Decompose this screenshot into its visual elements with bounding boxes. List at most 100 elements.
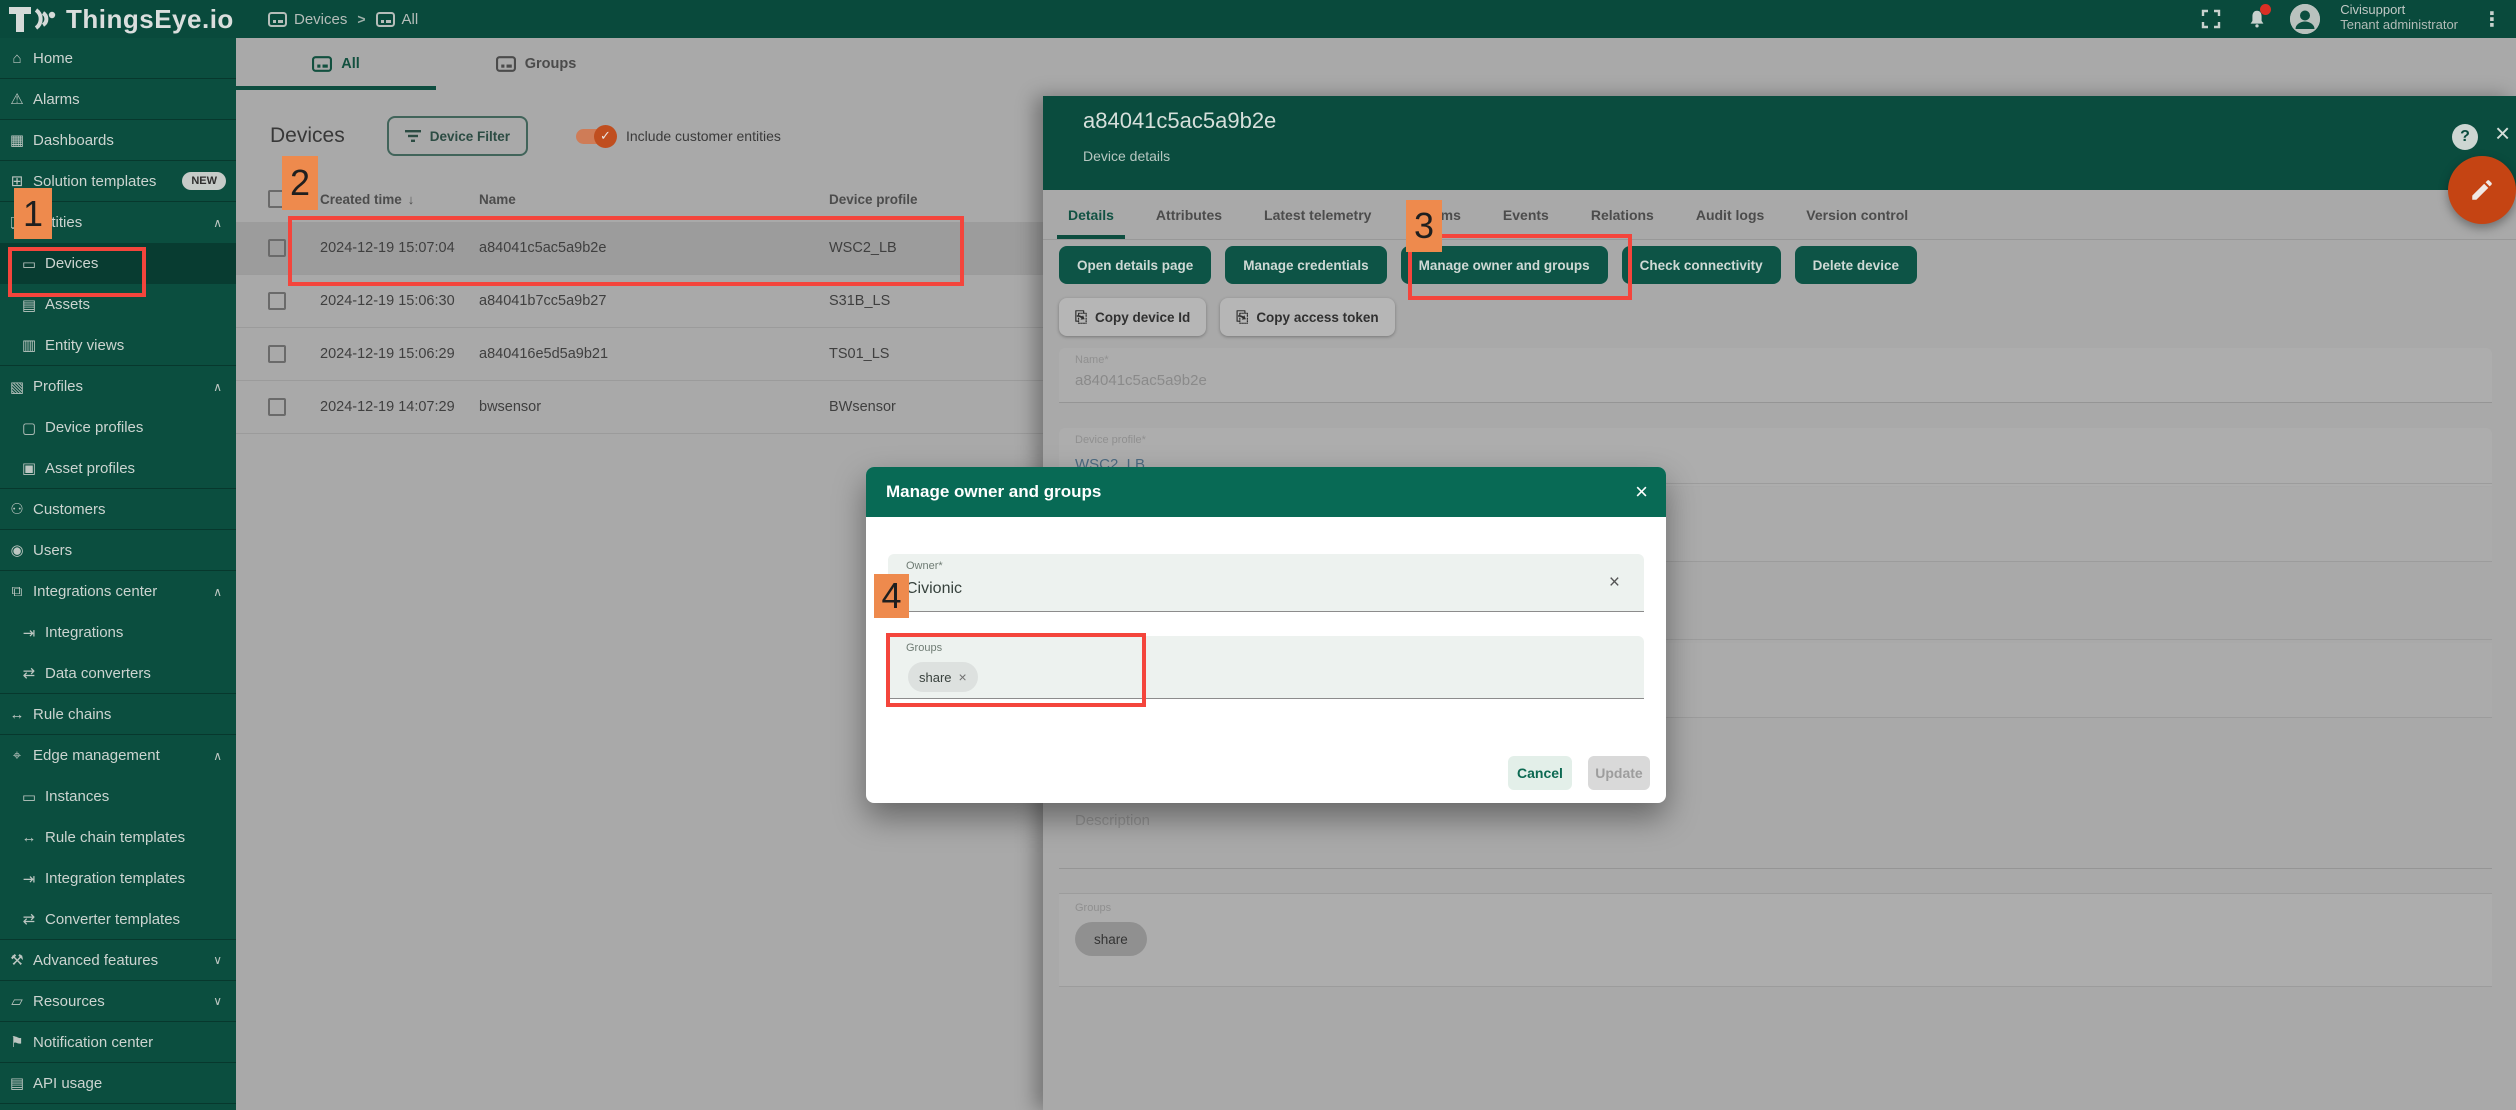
sidebar-item-icon: ⚒ <box>6 951 28 969</box>
group-chip[interactable]: share <box>1075 922 1147 956</box>
name-field[interactable]: Name* a84041c5ac5a9b2e <box>1059 348 2492 403</box>
drawer-tab[interactable]: Version control <box>1785 190 1929 239</box>
sidebar-item[interactable]: ▭ Instances <box>0 776 236 817</box>
row-checkbox[interactable] <box>268 345 286 363</box>
sidebar-item[interactable]: ◉ Users <box>0 530 236 571</box>
sidebar-item[interactable]: ⚇ Customers <box>0 489 236 530</box>
sidebar-item[interactable]: ⇄ Converter templates <box>0 899 236 940</box>
sidebar-item-icon: ⧉ <box>6 583 28 600</box>
device-filter-button[interactable]: Device Filter <box>387 116 528 156</box>
sidebar-item[interactable]: ▱ Resources ∨ <box>0 981 236 1022</box>
drawer-subtitle: Device details <box>1083 148 1170 164</box>
logo-icon <box>8 4 60 34</box>
help-icon[interactable]: ? <box>2452 124 2478 150</box>
chevron-icon: ∧ <box>213 585 222 599</box>
chevron-icon: ∧ <box>213 749 222 763</box>
avatar[interactable] <box>2290 4 2320 34</box>
sidebar-item-label: Rule chains <box>33 706 111 723</box>
breadcrumb-all[interactable]: All <box>376 11 419 28</box>
drawer-action-button[interactable]: Open details page <box>1059 246 1211 284</box>
copy-button[interactable]: ⎘ Copy device Id <box>1059 298 1206 336</box>
sidebar-item[interactable]: ⌂ Home <box>0 38 236 79</box>
sidebar-item[interactable]: ⚑ Notification center <box>0 1022 236 1063</box>
devices-toolbar: Devices Device Filter ✓ Include customer… <box>236 112 781 160</box>
drawer-action-button[interactable]: Check connectivity <box>1622 246 1781 284</box>
row-checkbox[interactable] <box>268 398 286 416</box>
sidebar-item[interactable]: ▦ Dashboards <box>0 120 236 161</box>
sidebar-item-label: Home <box>33 50 73 67</box>
header-actions: Civisupport Tenant administrator ⋮ <box>2198 4 2516 34</box>
drawer-tab[interactable]: Attributes <box>1135 190 1243 239</box>
modal-title: Manage owner and groups <box>886 482 1101 502</box>
sidebar-item[interactable]: ⇥ Integration templates <box>0 858 236 899</box>
sidebar-item[interactable]: ▥ Entity views <box>0 325 236 366</box>
row-checkbox[interactable] <box>268 292 286 310</box>
drawer-tab[interactable]: Details <box>1047 190 1135 239</box>
drawer-tab[interactable]: Relations <box>1570 190 1675 239</box>
sidebar-item[interactable]: ⇄ Data converters <box>0 653 236 694</box>
fullscreen-icon[interactable] <box>2198 6 2224 32</box>
sidebar-item-label: Dashboards <box>33 132 114 149</box>
logo[interactable]: ThingsEye.io <box>0 4 236 35</box>
sidebar-item-icon: ⚑ <box>6 1033 28 1051</box>
cell-name: bwsensor <box>479 399 829 415</box>
column-label: Created time <box>320 192 402 207</box>
sidebar-item[interactable]: ⇥ Integrations <box>0 612 236 653</box>
entity-tab[interactable]: Groups <box>436 38 636 90</box>
sidebar-item-label: Resources <box>33 993 105 1010</box>
sidebar-item-icon: ▭ <box>18 788 40 806</box>
description-field-label[interactable]: Description <box>1075 812 1150 829</box>
sidebar-item[interactable]: ⧉ Integrations center ∧ <box>0 571 236 612</box>
drawer-tab[interactable]: Events <box>1482 190 1570 239</box>
sidebar-item[interactable]: ▢ Device profiles <box>0 407 236 448</box>
sidebar-item[interactable]: ⚒ Advanced features ∨ <box>0 940 236 981</box>
drawer-tab[interactable]: Audit logs <box>1675 190 1785 239</box>
sidebar-item[interactable]: ▧ Profiles ∧ <box>0 366 236 407</box>
drawer-close-icon[interactable]: × <box>2495 118 2510 149</box>
sidebar-item[interactable]: ▣ Asset profiles <box>0 448 236 489</box>
chevron-icon: ∧ <box>213 216 222 230</box>
sidebar-item-icon: ▧ <box>6 378 28 396</box>
modal-close-icon[interactable]: × <box>1635 479 1648 505</box>
sidebar-item-icon: ▤ <box>18 296 40 314</box>
breadcrumb-label: Devices <box>294 11 347 28</box>
kebab-menu-icon[interactable]: ⋮ <box>2478 7 2506 32</box>
sidebar-item-icon: ⇥ <box>18 870 40 888</box>
notifications-bell-icon[interactable] <box>2244 6 2270 32</box>
edit-fab-button[interactable] <box>2448 156 2516 224</box>
sidebar-item[interactable]: ↔ Rule chain templates <box>0 817 236 858</box>
sidebar-item-label: Profiles <box>33 378 83 395</box>
column-created-time[interactable]: Created time ↓ <box>320 192 479 207</box>
owner-field[interactable]: Owner* Civionic × <box>888 554 1644 612</box>
entity-tab[interactable]: All <box>236 38 436 90</box>
column-name[interactable]: Name <box>479 192 829 207</box>
sidebar-item-icon: ▤ <box>6 1074 28 1092</box>
drawer-action-button[interactable]: Delete device <box>1795 246 1917 284</box>
copy-button[interactable]: ⎘ Copy access token <box>1220 298 1394 336</box>
top-header-bar: ThingsEye.io Devices > All <box>0 0 2516 38</box>
sidebar-item[interactable]: ⚠ Alarms <box>0 79 236 120</box>
clear-owner-icon[interactable]: × <box>1609 572 1620 594</box>
user-info[interactable]: Civisupport Tenant administrator <box>2340 2 2458 32</box>
breadcrumb: Devices > All <box>268 11 418 28</box>
breadcrumb-devices[interactable]: Devices <box>268 11 347 28</box>
cell-created-time: 2024-12-19 15:06:30 <box>320 293 479 309</box>
update-button[interactable]: Update <box>1588 756 1650 790</box>
sidebar-item[interactable]: ⌖ Edge management ∧ <box>0 735 236 776</box>
sidebar-item-label: Rule chain templates <box>45 829 185 846</box>
sidebar-item[interactable]: ▤ API usage <box>0 1063 236 1104</box>
include-customer-entities-toggle[interactable]: ✓ <box>576 129 614 144</box>
row-checkbox[interactable] <box>268 239 286 257</box>
sidebar-item[interactable]: ↔ Rule chains <box>0 694 236 735</box>
sidebar-item-icon: ◉ <box>6 541 28 559</box>
user-role: Tenant administrator <box>2340 17 2458 32</box>
annotation-step-1: 1 <box>14 188 52 239</box>
cancel-button[interactable]: Cancel <box>1508 756 1572 790</box>
drawer-tab-label: Relations <box>1591 207 1654 223</box>
device-icon <box>376 12 395 27</box>
sidebar-item-icon: ▦ <box>6 131 28 149</box>
drawer-tab[interactable]: Latest telemetry <box>1243 190 1392 239</box>
drawer-action-button[interactable]: Manage credentials <box>1225 246 1386 284</box>
sidebar-item-label: Assets <box>45 296 90 313</box>
cell-created-time: 2024-12-19 15:06:29 <box>320 346 479 362</box>
